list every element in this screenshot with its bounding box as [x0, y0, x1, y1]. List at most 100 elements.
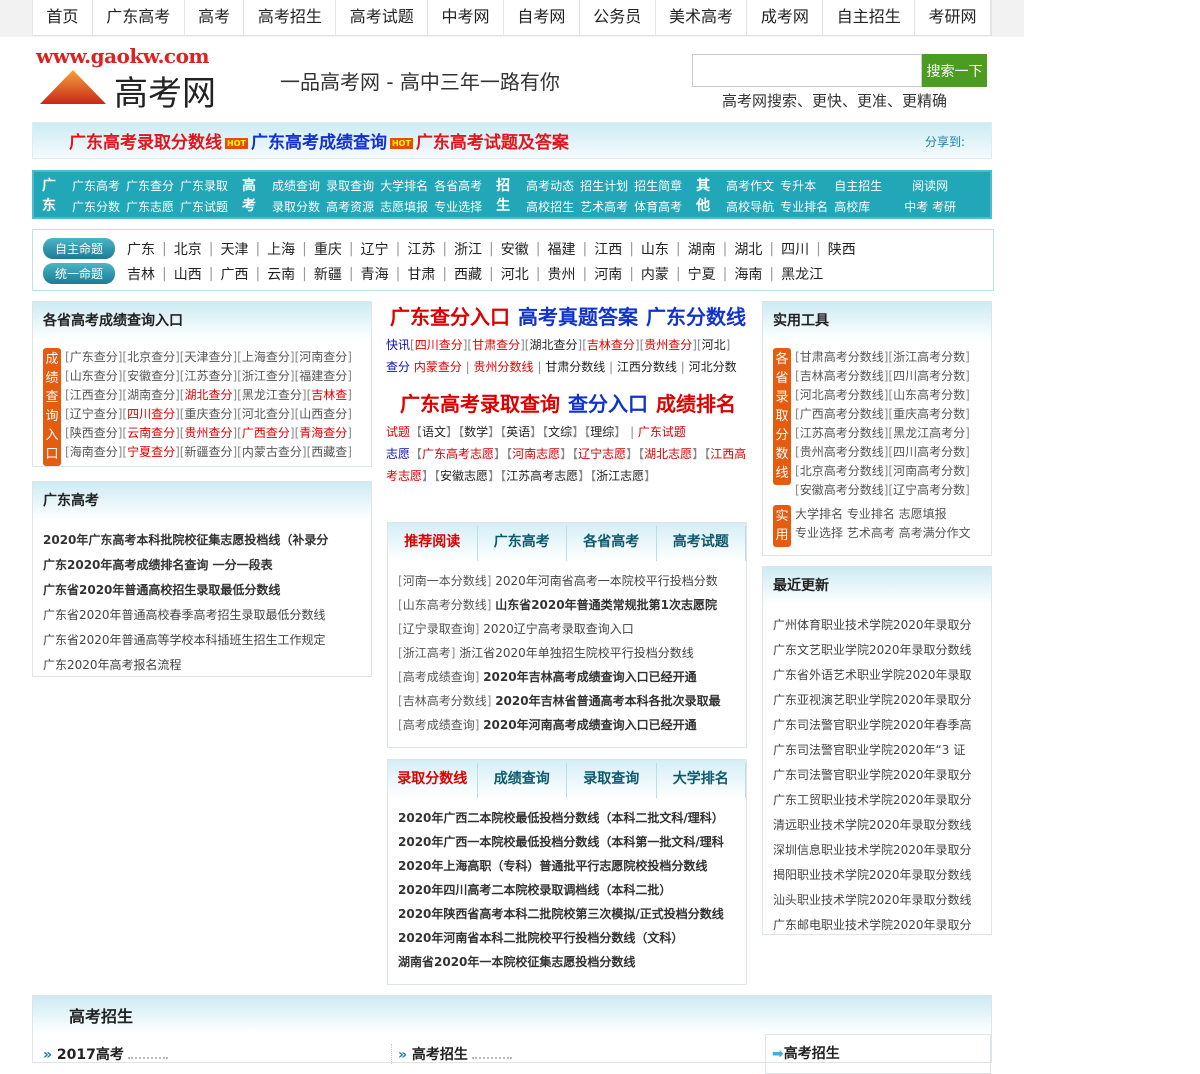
province-link[interactable]: 山西	[174, 264, 202, 284]
nav-item[interactable]: 自主招生	[823, 0, 916, 35]
item-tag[interactable]: 辽宁录取查询	[403, 622, 475, 636]
scoreline-link[interactable]: 安徽高考分数线	[800, 483, 884, 497]
list-item[interactable]: [高考成绩查询] 2020年吉林高考成绩查询入口已经开通	[398, 665, 736, 689]
item-title[interactable]: 山东省2020年普通类常规批第1次志愿院	[495, 598, 717, 612]
recent-item[interactable]: 广东司法警官职业学院2020年“3 证	[773, 738, 971, 763]
line-link[interactable]: 英语	[506, 425, 530, 439]
recent-item[interactable]: 广东司法警官职业学院2020年春季高	[773, 713, 972, 738]
article-link[interactable]: 广东省2020年普通高校招生录取最低分数线	[43, 578, 361, 603]
category-link[interactable]: 大学排名	[380, 176, 428, 197]
article-link[interactable]: 广东2020年高考成绩排名查询 一分一段表	[43, 553, 361, 578]
province-link[interactable]: 福建	[547, 239, 575, 259]
tab[interactable]: 推荐阅读	[388, 526, 478, 561]
article-link[interactable]: 广东省2020年普通高等学校本科插班生招生工作规定	[43, 628, 361, 653]
score-query-link[interactable]: 辽宁查分	[70, 407, 118, 421]
item-title[interactable]: 浙江省2020年单独招生院校平行投档分数线	[459, 646, 694, 660]
list-item[interactable]: [山东高考分数线] 山东省2020年普通类常规批第1次志愿院	[398, 593, 736, 617]
scoreline-link[interactable]: 四川高考分数	[893, 369, 965, 383]
province-link[interactable]: 上海	[267, 239, 295, 259]
line-link[interactable]: 贵州分数线	[474, 360, 534, 374]
nav-item[interactable]: 高考试题	[336, 0, 429, 35]
score-query-link[interactable]: 吉林查	[311, 388, 347, 402]
province-link[interactable]: 河南	[594, 264, 622, 284]
item-tag[interactable]: 河南一本分数线	[403, 574, 487, 588]
scoreline-link[interactable]: 江苏高考分数线	[800, 426, 884, 440]
search-input[interactable]	[692, 54, 922, 87]
category-link[interactable]: 广东查分	[126, 176, 174, 197]
score-query-link[interactable]: 四川查分	[127, 407, 175, 421]
category-link[interactable]: 中考 考研	[904, 197, 956, 218]
score-query-link[interactable]: 海南查分	[70, 445, 118, 459]
province-link[interactable]: 江苏	[407, 239, 435, 259]
category-link[interactable]: 高校招生	[526, 197, 574, 218]
line-link[interactable]: 甘肃查分	[472, 338, 520, 352]
item-tag[interactable]: 浙江高考	[403, 646, 451, 660]
recent-item[interactable]: 深圳信息职业技术学院2020年录取分	[773, 838, 972, 863]
scoreline-link[interactable]: 重庆高考分数	[893, 407, 965, 421]
category-link[interactable]: 广东分数	[72, 197, 120, 218]
province-link[interactable]: 云南	[267, 264, 295, 284]
score-query-link[interactable]: 新疆查分	[184, 445, 232, 459]
list-item[interactable]: [浙江高考] 浙江省2020年单独招生院校平行投档分数线	[398, 641, 736, 665]
category-link[interactable]: 广东试题	[180, 197, 228, 218]
line-link[interactable]: 数学	[464, 425, 488, 439]
category-link[interactable]: 招生简章	[634, 176, 682, 197]
nav-item[interactable]: 美术高考	[656, 0, 748, 35]
category-link[interactable]: 高考资源	[326, 197, 374, 218]
nav-item[interactable]: 高考招生	[244, 0, 337, 35]
scoreline-link[interactable]: 北京高考分数线	[800, 464, 884, 478]
scoreline-link[interactable]: 辽宁高考分数	[893, 483, 965, 497]
province-link[interactable]: 广东	[127, 239, 155, 259]
category-link[interactable]: 阅读网	[904, 176, 956, 197]
tool-links[interactable]: 专业选择 艺术高考 高考满分作文	[795, 524, 985, 543]
nav-item[interactable]: 广东高考	[93, 0, 185, 35]
list-item[interactable]: [河南一本分数线] 2020年河南省高考一本院校平行投档分数	[398, 569, 736, 593]
province-link[interactable]: 山东	[641, 239, 669, 259]
score-query-link[interactable]: 内蒙古查分	[242, 445, 302, 459]
hot-link[interactable]: 广东高考试题及答案	[416, 133, 569, 153]
article-link[interactable]: 广东省2020年普通高校春季高考招生录取最低分数线	[43, 603, 361, 628]
tab[interactable]: 广东高考	[478, 526, 567, 561]
scoreline-link[interactable]: 山东高考分数	[893, 388, 965, 402]
line-link[interactable]: 广东高考志愿	[422, 447, 494, 461]
tab[interactable]: 成绩查询	[478, 763, 567, 798]
line-link[interactable]: 河南志愿	[512, 447, 560, 461]
province-link[interactable]: 海南	[734, 264, 762, 284]
line-link[interactable]: 广东试题	[638, 425, 686, 439]
scoreline-link[interactable]: 吉林高考分数线	[800, 369, 884, 383]
recent-item[interactable]: 汕头职业技术学院2020年录取分数线	[773, 888, 972, 913]
site-logo[interactable]: www.gaokw.com 高考网	[36, 44, 236, 114]
headline-link[interactable]: 广东分数线	[646, 305, 746, 329]
recent-item[interactable]: 广东邮电职业技术学院2020年录取分	[773, 913, 972, 938]
nav-item[interactable]: 高考	[185, 0, 245, 35]
province-link[interactable]: 陕西	[828, 239, 856, 259]
category-link[interactable]: 成绩查询	[272, 176, 320, 197]
score-query-link[interactable]: 广东查分	[70, 350, 118, 364]
list-item[interactable]: 2020年广西一本院校最低投档分数线（本科第一批文科/理科	[398, 830, 736, 854]
category-link[interactable]: 高校库	[834, 197, 882, 218]
province-link[interactable]: 湖南	[688, 239, 716, 259]
score-query-link[interactable]: 重庆查分	[184, 407, 232, 421]
col-heading-admissions[interactable]: 高考招生	[412, 1047, 468, 1063]
tab[interactable]: 录取分数线	[388, 763, 478, 798]
score-query-link[interactable]: 安徽查分	[127, 369, 175, 383]
scoreline-link[interactable]: 河北高考分数线	[800, 388, 884, 402]
category-link[interactable]: 录取分数	[272, 197, 320, 218]
score-query-link[interactable]: 河北查分	[242, 407, 290, 421]
list-item[interactable]: 2020年河南省本科二批院校平行投档分数线（文科）	[398, 926, 736, 950]
province-link[interactable]: 新疆	[314, 264, 342, 284]
headline-link[interactable]: 广东查分入口	[390, 305, 510, 329]
province-link[interactable]: 四川	[781, 239, 809, 259]
line-link[interactable]: 语文	[422, 425, 446, 439]
province-link[interactable]: 青海	[361, 264, 389, 284]
list-item[interactable]: 2020年四川高考二本院校录取调档线（本科二批）	[398, 878, 736, 902]
scoreline-link[interactable]: 河南高考分数	[893, 464, 965, 478]
line-link[interactable]: 湖北查分	[529, 338, 577, 352]
line-link[interactable]: 湖北志愿	[644, 447, 692, 461]
article-link[interactable]: 2020年广东高考本科批院校征集志愿投档线（补录分	[43, 528, 361, 553]
category-link[interactable]: 招生计划	[580, 176, 628, 197]
line-link[interactable]: 贵州查分	[644, 338, 692, 352]
score-query-link[interactable]: 湖北查分	[184, 388, 232, 402]
list-item[interactable]: 2020年陕西省高考本科二批院校第三次模拟/正式投档分数线	[398, 902, 736, 926]
category-link[interactable]: 艺术高考	[580, 197, 628, 218]
